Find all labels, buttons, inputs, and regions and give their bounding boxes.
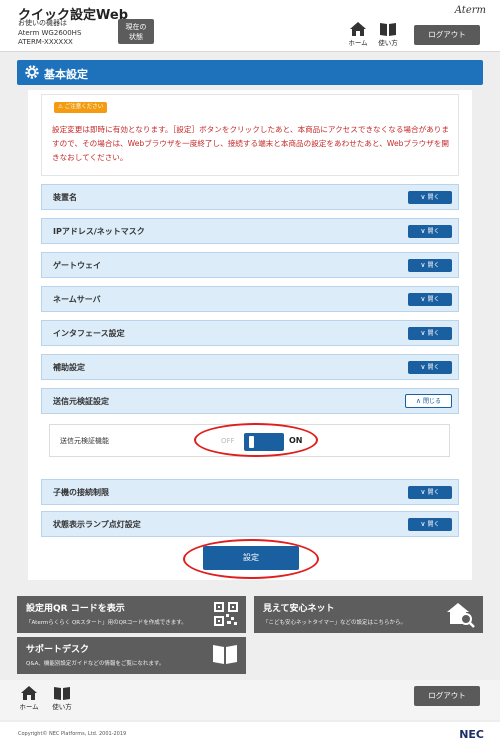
manual-label: 使い方: [378, 39, 398, 47]
accordion-name-server[interactable]: ネームサーバ ∨ 開く: [41, 286, 459, 312]
notice-badge: ⚠ ご注意ください: [54, 102, 108, 113]
chevron-down-icon: ∨: [420, 363, 426, 371]
chevron-down-icon: ∨: [420, 329, 426, 337]
accordion-gateway[interactable]: ゲートウェイ ∨ 開く: [41, 252, 459, 278]
tile-title: サポートデスク: [26, 645, 90, 655]
home-icon: [350, 22, 366, 36]
book-icon: [380, 23, 396, 36]
footer-home-link[interactable]: ホーム: [16, 686, 42, 711]
open-button[interactable]: ∨ 開く: [408, 361, 452, 374]
manual-label: 使い方: [52, 703, 72, 711]
section-title: 基本設定: [44, 68, 88, 81]
qr-code-icon: [214, 602, 238, 626]
tile-title: 見えて安心ネット: [263, 604, 335, 614]
home-link[interactable]: ホーム: [345, 22, 371, 47]
book-icon: [213, 645, 237, 664]
open-button[interactable]: ∨ 開く: [408, 327, 452, 340]
book-icon: [54, 687, 70, 700]
footer-logout-button[interactable]: ログアウト: [414, 686, 480, 706]
notice-box: ⚠ ご注意ください 設定変更は即時に有効となります。［設定］ボタンをクリックした…: [41, 94, 459, 176]
nec-logo: NEC: [459, 728, 484, 741]
tile-title: 設定用QR コードを表示: [26, 604, 125, 614]
device-model: Aterm WG2600HS: [18, 28, 82, 37]
manual-link[interactable]: 使い方: [375, 22, 401, 47]
safety-net-tile[interactable]: 見えて安心ネット 「こども安心ネットタイマー」などの設定はこちらから。: [254, 596, 483, 633]
chevron-down-icon: ∨: [420, 193, 426, 201]
setting-label: 送信元検証機能: [60, 437, 109, 445]
notice-text: 設定変更は即時に有効となります。［設定］ボタンをクリックしたあと、本商品にアクセ…: [52, 125, 449, 162]
tile-desc: Q&A、機能別設定ガイドなどの情報をご覧になれます。: [26, 661, 165, 667]
open-button[interactable]: ∨ 開く: [408, 225, 452, 238]
home-label: ホーム: [19, 703, 39, 711]
gear-icon: [25, 65, 39, 79]
accordion-auxiliary[interactable]: 補助設定 ∨ 開く: [41, 354, 459, 380]
accordion-label: IPアドレス/ネットマスク: [53, 227, 145, 236]
section-header: 基本設定: [17, 60, 483, 85]
accordion-label: 状態表示ランプ点灯設定: [53, 520, 141, 529]
qr-code-tile[interactable]: 設定用QR コードを表示 「Atermらくらく QRスタート」用のQRコードを作…: [17, 596, 246, 633]
open-button[interactable]: ∨ 開く: [408, 259, 452, 272]
open-button[interactable]: ∨ 開く: [408, 293, 452, 306]
accordion-label: 送信元検証設定: [53, 397, 109, 406]
footer-manual-link[interactable]: 使い方: [49, 686, 75, 711]
chevron-down-icon: ∨: [420, 488, 426, 496]
accordion-interface[interactable]: インタフェース設定 ∨ 開く: [41, 320, 459, 346]
chevron-down-icon: ∨: [420, 520, 426, 528]
header: クイック設定Web お使いの機器は Aterm WG2600HS ATERM-X…: [0, 0, 500, 52]
tile-desc: 「こども安心ネットタイマー」などの設定はこちらから。: [263, 620, 407, 626]
footer-bar: ホーム 使い方 ログアウト: [0, 680, 500, 720]
close-button[interactable]: ∧ 閉じる: [405, 394, 452, 408]
highlight-ellipse: [183, 539, 319, 579]
accordion-label: インタフェース設定: [53, 329, 125, 338]
device-id: ATERM-XXXXXX: [18, 38, 73, 46]
accordion-source-verification[interactable]: 送信元検証設定 ∧ 閉じる: [41, 388, 459, 414]
accordion-status-lamp[interactable]: 状態表示ランプ点灯設定 ∨ 開く: [41, 511, 459, 537]
chevron-down-icon: ∨: [420, 295, 426, 303]
accordion-label: 装置名: [53, 193, 77, 202]
accordion-device-name[interactable]: 装置名 ∨ 開く: [41, 184, 459, 210]
accordion-label: ネームサーバ: [53, 295, 101, 304]
accordion-label: 子機の接続制限: [53, 488, 109, 497]
chevron-down-icon: ∨: [420, 261, 426, 269]
support-desk-tile[interactable]: サポートデスク Q&A、機能別設定ガイドなどの情報をご覧になれます。: [17, 637, 246, 674]
chevron-up-icon: ∧: [415, 397, 422, 405]
copyright: Copyright© NEC Platforms, Ltd. 2001-2019: [18, 731, 127, 737]
logout-button[interactable]: ログアウト: [414, 25, 480, 45]
device-label: お使いの機器は: [18, 19, 67, 27]
home-search-icon: [447, 603, 475, 628]
accordion-label: 補助設定: [53, 363, 85, 372]
open-button[interactable]: ∨ 開く: [408, 191, 452, 204]
home-icon: [21, 686, 37, 700]
tile-desc: 「Atermらくらく QRスタート」用のQRコードを作成できます。: [26, 620, 187, 626]
open-button[interactable]: ∨ 開く: [408, 486, 452, 499]
accordion-ip-address[interactable]: IPアドレス/ネットマスク ∨ 開く: [41, 218, 459, 244]
chevron-down-icon: ∨: [420, 227, 426, 235]
highlight-ellipse: [194, 423, 318, 457]
accordion-label: ゲートウェイ: [53, 261, 101, 270]
aterm-logo: Aterm: [454, 5, 486, 16]
accordion-client-limit[interactable]: 子機の接続制限 ∨ 開く: [41, 479, 459, 505]
open-button[interactable]: ∨ 開く: [408, 518, 452, 531]
home-label: ホーム: [348, 39, 368, 47]
device-info: お使いの機器は Aterm WG2600HS ATERM-XXXXXX: [18, 19, 81, 48]
current-status-button[interactable]: 現在の 状態: [118, 19, 154, 44]
